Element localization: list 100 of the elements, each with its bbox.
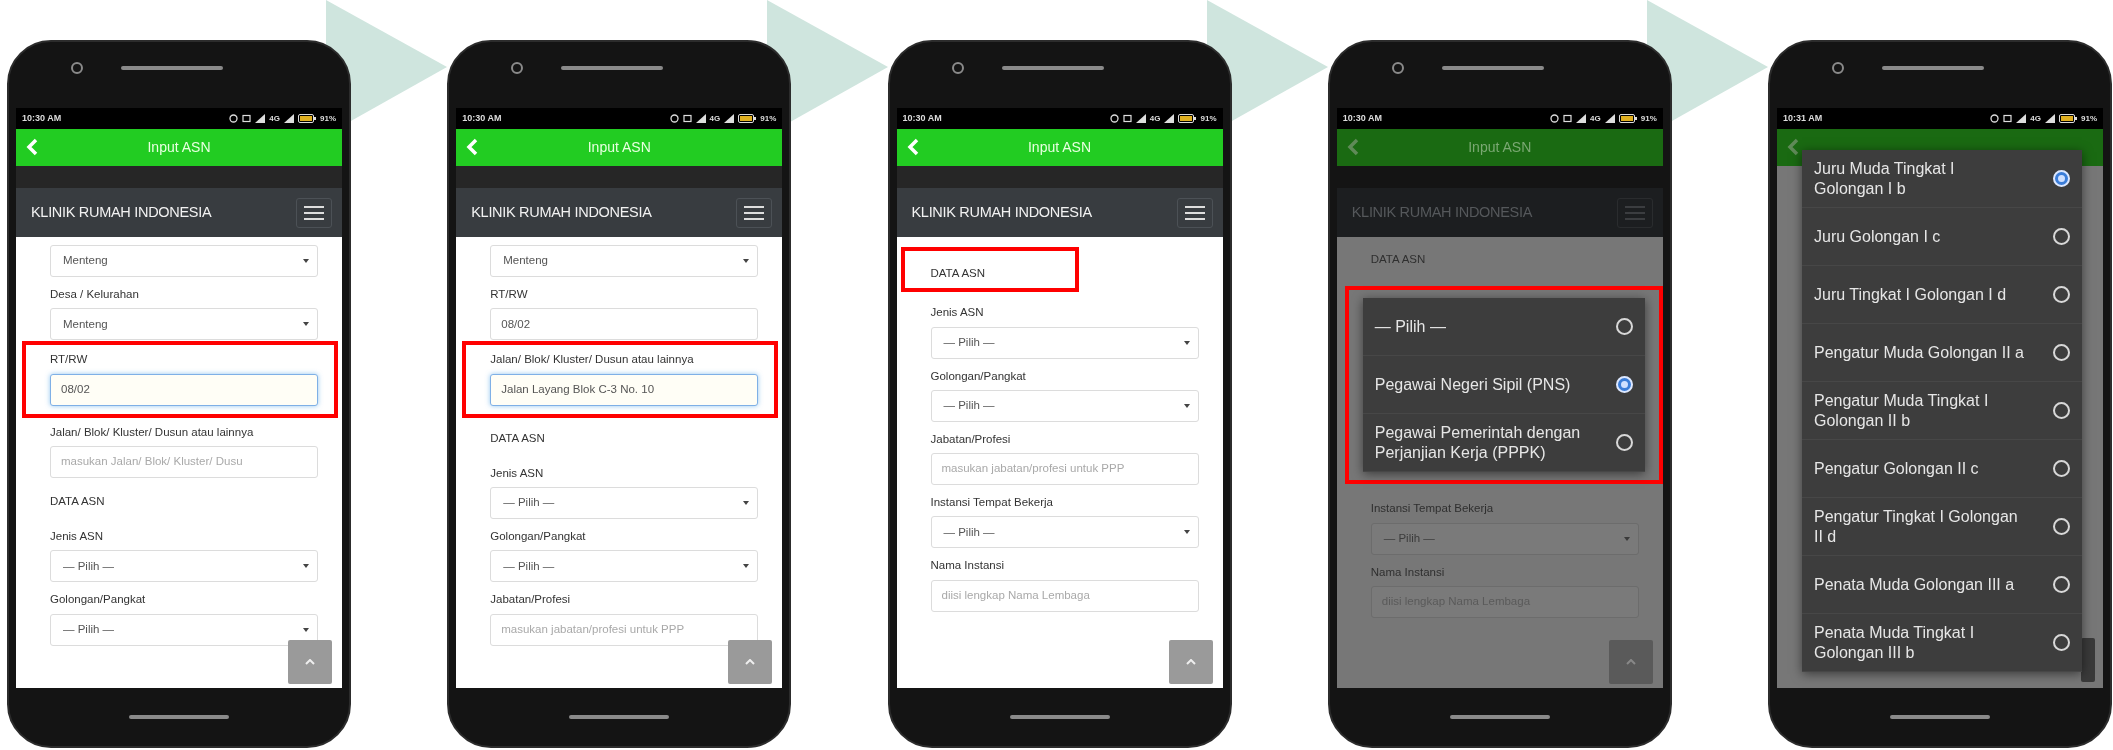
dialog-option[interactable]: Pengatur Golongan II c — [1802, 440, 2082, 498]
field-label: Nama Instansi — [930, 558, 1005, 574]
dialog-option[interactable]: Pengatur Tingkat I Golongan II d — [1802, 498, 2082, 556]
select-field[interactable]: — Pilih — — [930, 326, 1199, 359]
field-label: Instansi Tempat Bekerja — [1370, 501, 1495, 517]
home-bar-icon — [1890, 715, 1990, 719]
section-heading: DATA ASN — [490, 430, 546, 446]
menu-button[interactable] — [1176, 197, 1213, 228]
menu-icon — [304, 205, 324, 220]
message-icon — [682, 114, 692, 123]
field-label: Golongan/Pangkat — [490, 529, 587, 544]
status-time: 10:30 AM — [1342, 111, 1382, 125]
radio-button[interactable] — [2053, 170, 2070, 187]
radio-button[interactable] — [2053, 634, 2070, 651]
radio-button[interactable] — [2053, 344, 2070, 361]
dialog-option[interactable]: Penata Muda Golongan III a — [1802, 556, 2082, 614]
battery-level: 91% — [1640, 112, 1657, 125]
scroll-top-button[interactable] — [1168, 640, 1213, 684]
dialog-option[interactable]: Penata Muda Tingkat I Golongan III b — [1802, 614, 2082, 672]
status-time: 10:30 AM — [902, 111, 942, 125]
radio-button[interactable] — [2053, 576, 2070, 593]
select-field[interactable]: — Pilih — — [50, 550, 318, 583]
signal-icon — [1164, 114, 1175, 123]
alarm-icon — [1109, 114, 1119, 123]
section-heading: DATA ASN — [50, 493, 106, 509]
radio-button[interactable] — [2053, 228, 2070, 245]
text-field[interactable]: 08/02 — [490, 308, 759, 341]
battery-level: 91% — [760, 112, 777, 125]
field-label: Golongan/Pangkat — [930, 368, 1027, 384]
select-field[interactable]: — Pilih — — [930, 516, 1199, 549]
dialog-option[interactable]: Juru Tingkat I Golongan I d — [1802, 266, 2082, 324]
signal-icon — [284, 114, 294, 123]
select-field[interactable]: Menteng — [50, 245, 318, 277]
menu-icon — [1184, 205, 1205, 220]
chevron-up-icon — [305, 659, 315, 665]
dialog-option[interactable]: Pegawai Negeri Sipil (PNS) — [1362, 356, 1645, 415]
select-field[interactable]: Menteng — [490, 245, 759, 277]
battery-icon — [1618, 114, 1637, 123]
app-bar-title: Input ASN — [587, 138, 651, 157]
app-bar-title: Input ASN — [1468, 138, 1532, 157]
message-icon — [2003, 114, 2013, 123]
caret-icon — [303, 259, 309, 263]
radio-button[interactable] — [1615, 318, 1633, 336]
field-label: Jenis ASN — [50, 529, 105, 544]
signal-icon — [255, 114, 266, 123]
signal-icon — [1604, 114, 1615, 123]
camera-icon — [511, 62, 524, 74]
section-heading: DATA ASN — [1370, 252, 1427, 267]
field-label: RT/RW — [490, 287, 529, 302]
dialog-option[interactable]: Juru Muda Tingkat I Golongan I b — [1802, 150, 2082, 208]
dialog-option[interactable]: Pengatur Muda Golongan II a — [1802, 324, 2082, 382]
field-label: Instansi Tempat Bekerja — [930, 495, 1055, 510]
text-field[interactable]: 08/02 — [50, 373, 318, 406]
field-label: Desa / Kelurahan — [50, 287, 140, 302]
dialog-option[interactable]: Pegawai Pemerintah dengan Perjanjian Kerja (PPPK) — [1362, 414, 1645, 473]
radio-button[interactable] — [2053, 286, 2070, 303]
field-label: Jabatan/Profesi — [930, 431, 1012, 447]
caret-icon — [1183, 530, 1190, 535]
radio-button[interactable] — [1615, 434, 1633, 452]
network-type: 4G — [1590, 112, 1601, 125]
field-label: Jenis ASN — [930, 305, 985, 321]
field-label: Jenis ASN — [490, 465, 545, 481]
signal-icon — [1135, 114, 1146, 123]
dialog-option[interactable]: — Pilih — — [1362, 298, 1645, 357]
scroll-top-button[interactable] — [728, 640, 773, 684]
status-time: 10:30 AM — [22, 111, 62, 125]
select-field[interactable]: Menteng — [50, 308, 318, 341]
site-brand: KLINIK RUMAH INDONESIA — [31, 202, 212, 222]
menu-icon — [744, 205, 765, 220]
app-bar-title: Input ASN — [147, 138, 211, 157]
message-icon — [242, 114, 252, 123]
radio-button[interactable] — [2053, 518, 2070, 535]
battery-icon — [298, 114, 316, 123]
chevron-up-icon — [1185, 659, 1196, 665]
dialog-option[interactable]: Pengatur Muda Tingkat I Golongan II b — [1802, 382, 2082, 440]
speaker-icon — [561, 66, 664, 70]
camera-icon — [71, 62, 83, 74]
field-label: Golongan/Pangkat — [50, 592, 147, 608]
select-field[interactable]: — Pilih — — [930, 389, 1199, 422]
select-field[interactable]: — Pilih — — [50, 613, 318, 646]
status-time: 10:30 AM — [462, 111, 502, 125]
app-bar-title: Input ASN — [1027, 138, 1091, 157]
radio-button[interactable] — [1615, 376, 1633, 394]
dialog-option[interactable]: Juru Golongan I c — [1802, 208, 2082, 266]
select-field[interactable]: — Pilih — — [490, 550, 759, 583]
menu-button[interactable] — [736, 197, 773, 228]
menu-icon — [1624, 205, 1645, 220]
chevron-up-icon — [745, 659, 756, 665]
chevron-up-icon — [1625, 659, 1636, 665]
caret-icon — [303, 564, 309, 569]
select-field[interactable]: — Pilih — — [490, 487, 759, 519]
radio-button[interactable] — [2053, 460, 2070, 477]
battery-level: 91% — [2081, 112, 2097, 125]
text-field[interactable]: Jalan Layang Blok C-3 No. 10 — [490, 373, 759, 406]
radio-button[interactable] — [2053, 402, 2070, 419]
home-bar-icon — [1449, 715, 1550, 719]
camera-icon — [951, 62, 964, 74]
caret-icon — [303, 627, 309, 632]
signal-icon — [695, 114, 706, 123]
menu-button[interactable] — [296, 197, 332, 228]
